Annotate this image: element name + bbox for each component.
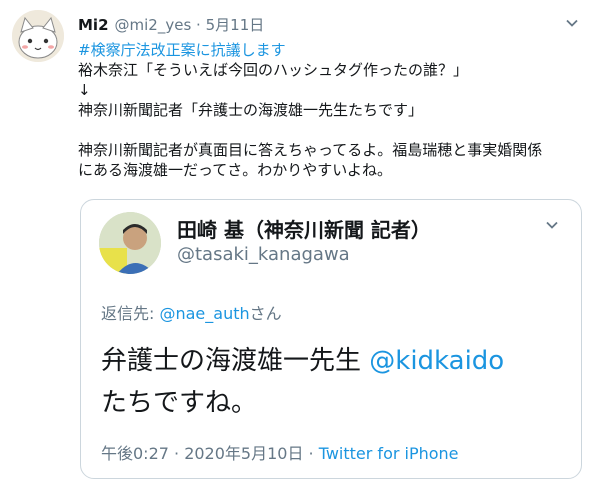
author-handle[interactable]: @mi2_yes xyxy=(115,16,192,34)
quoted-text-line: たちですね。 xyxy=(101,388,258,418)
tweet-header: Mi2 @mi2_yes · 5月11日 xyxy=(78,14,264,35)
reply-prefix: 返信先: xyxy=(101,304,160,323)
header-separator: · xyxy=(196,16,201,34)
chevron-down-icon[interactable] xyxy=(545,218,559,232)
person-avatar-icon xyxy=(99,212,161,274)
quoted-text-line: 弁護士の海渡雄一先生 xyxy=(101,346,370,376)
quoted-timestamp[interactable]: 午後0:27 · 2020年5月10日 · xyxy=(101,444,319,463)
cat-avatar-icon xyxy=(12,10,64,62)
hashtag-link[interactable]: #検察庁法改正案に抗議します xyxy=(78,40,583,60)
reply-suffix: さん xyxy=(249,304,282,323)
quoted-tweet[interactable]: 田崎 基（神奈川新聞 記者） @tasaki_kanagawa 返信先: @na… xyxy=(80,199,582,479)
client-link[interactable]: Twitter for iPhone xyxy=(319,444,459,463)
arrow-line: ↓ xyxy=(78,81,91,99)
quoted-author-name[interactable]: 田崎 基（神奈川新聞 記者） xyxy=(177,214,431,243)
reply-mention-link[interactable]: @nae_auth xyxy=(159,304,249,323)
quoted-tweet-text: 弁護士の海渡雄一先生 @kidkaido たちですね。 xyxy=(101,340,571,424)
mention-link[interactable]: @kidkaido xyxy=(369,346,504,376)
chevron-down-icon[interactable] xyxy=(565,16,579,30)
author-name[interactable]: Mi2 xyxy=(78,16,109,34)
tweet-text: #検察庁法改正案に抗議します 裕木奈江「そういえば今回のハッシュタグ作ったの誰？… xyxy=(78,40,583,180)
quoted-author-avatar[interactable] xyxy=(99,212,161,274)
tweet-line: にある海渡雄一だってさ。わかりやすいよね。 xyxy=(78,161,392,179)
tweet: Mi2 @mi2_yes · 5月11日 #検察庁法改正案に抗議します 裕木奈江「… xyxy=(0,0,593,487)
quoted-tweet-meta: 午後0:27 · 2020年5月10日 · Twitter for iPhone xyxy=(101,440,459,464)
tweet-line: 神奈川新聞記者「弁護士の海渡雄一先生たちです」 xyxy=(78,101,424,119)
quoted-author-handle[interactable]: @tasaki_kanagawa xyxy=(177,244,350,265)
author-avatar[interactable] xyxy=(12,10,64,62)
reply-to: 返信先: @nae_authさん xyxy=(101,300,282,324)
tweet-line: 裕木奈江「そういえば今回のハッシュタグ作ったの誰？」 xyxy=(78,61,469,79)
tweet-date[interactable]: 5月11日 xyxy=(206,16,265,34)
tweet-line: 神奈川新聞記者が真面目に答えちゃってるよ。福島瑞穂と事実婚関係 xyxy=(78,141,543,159)
